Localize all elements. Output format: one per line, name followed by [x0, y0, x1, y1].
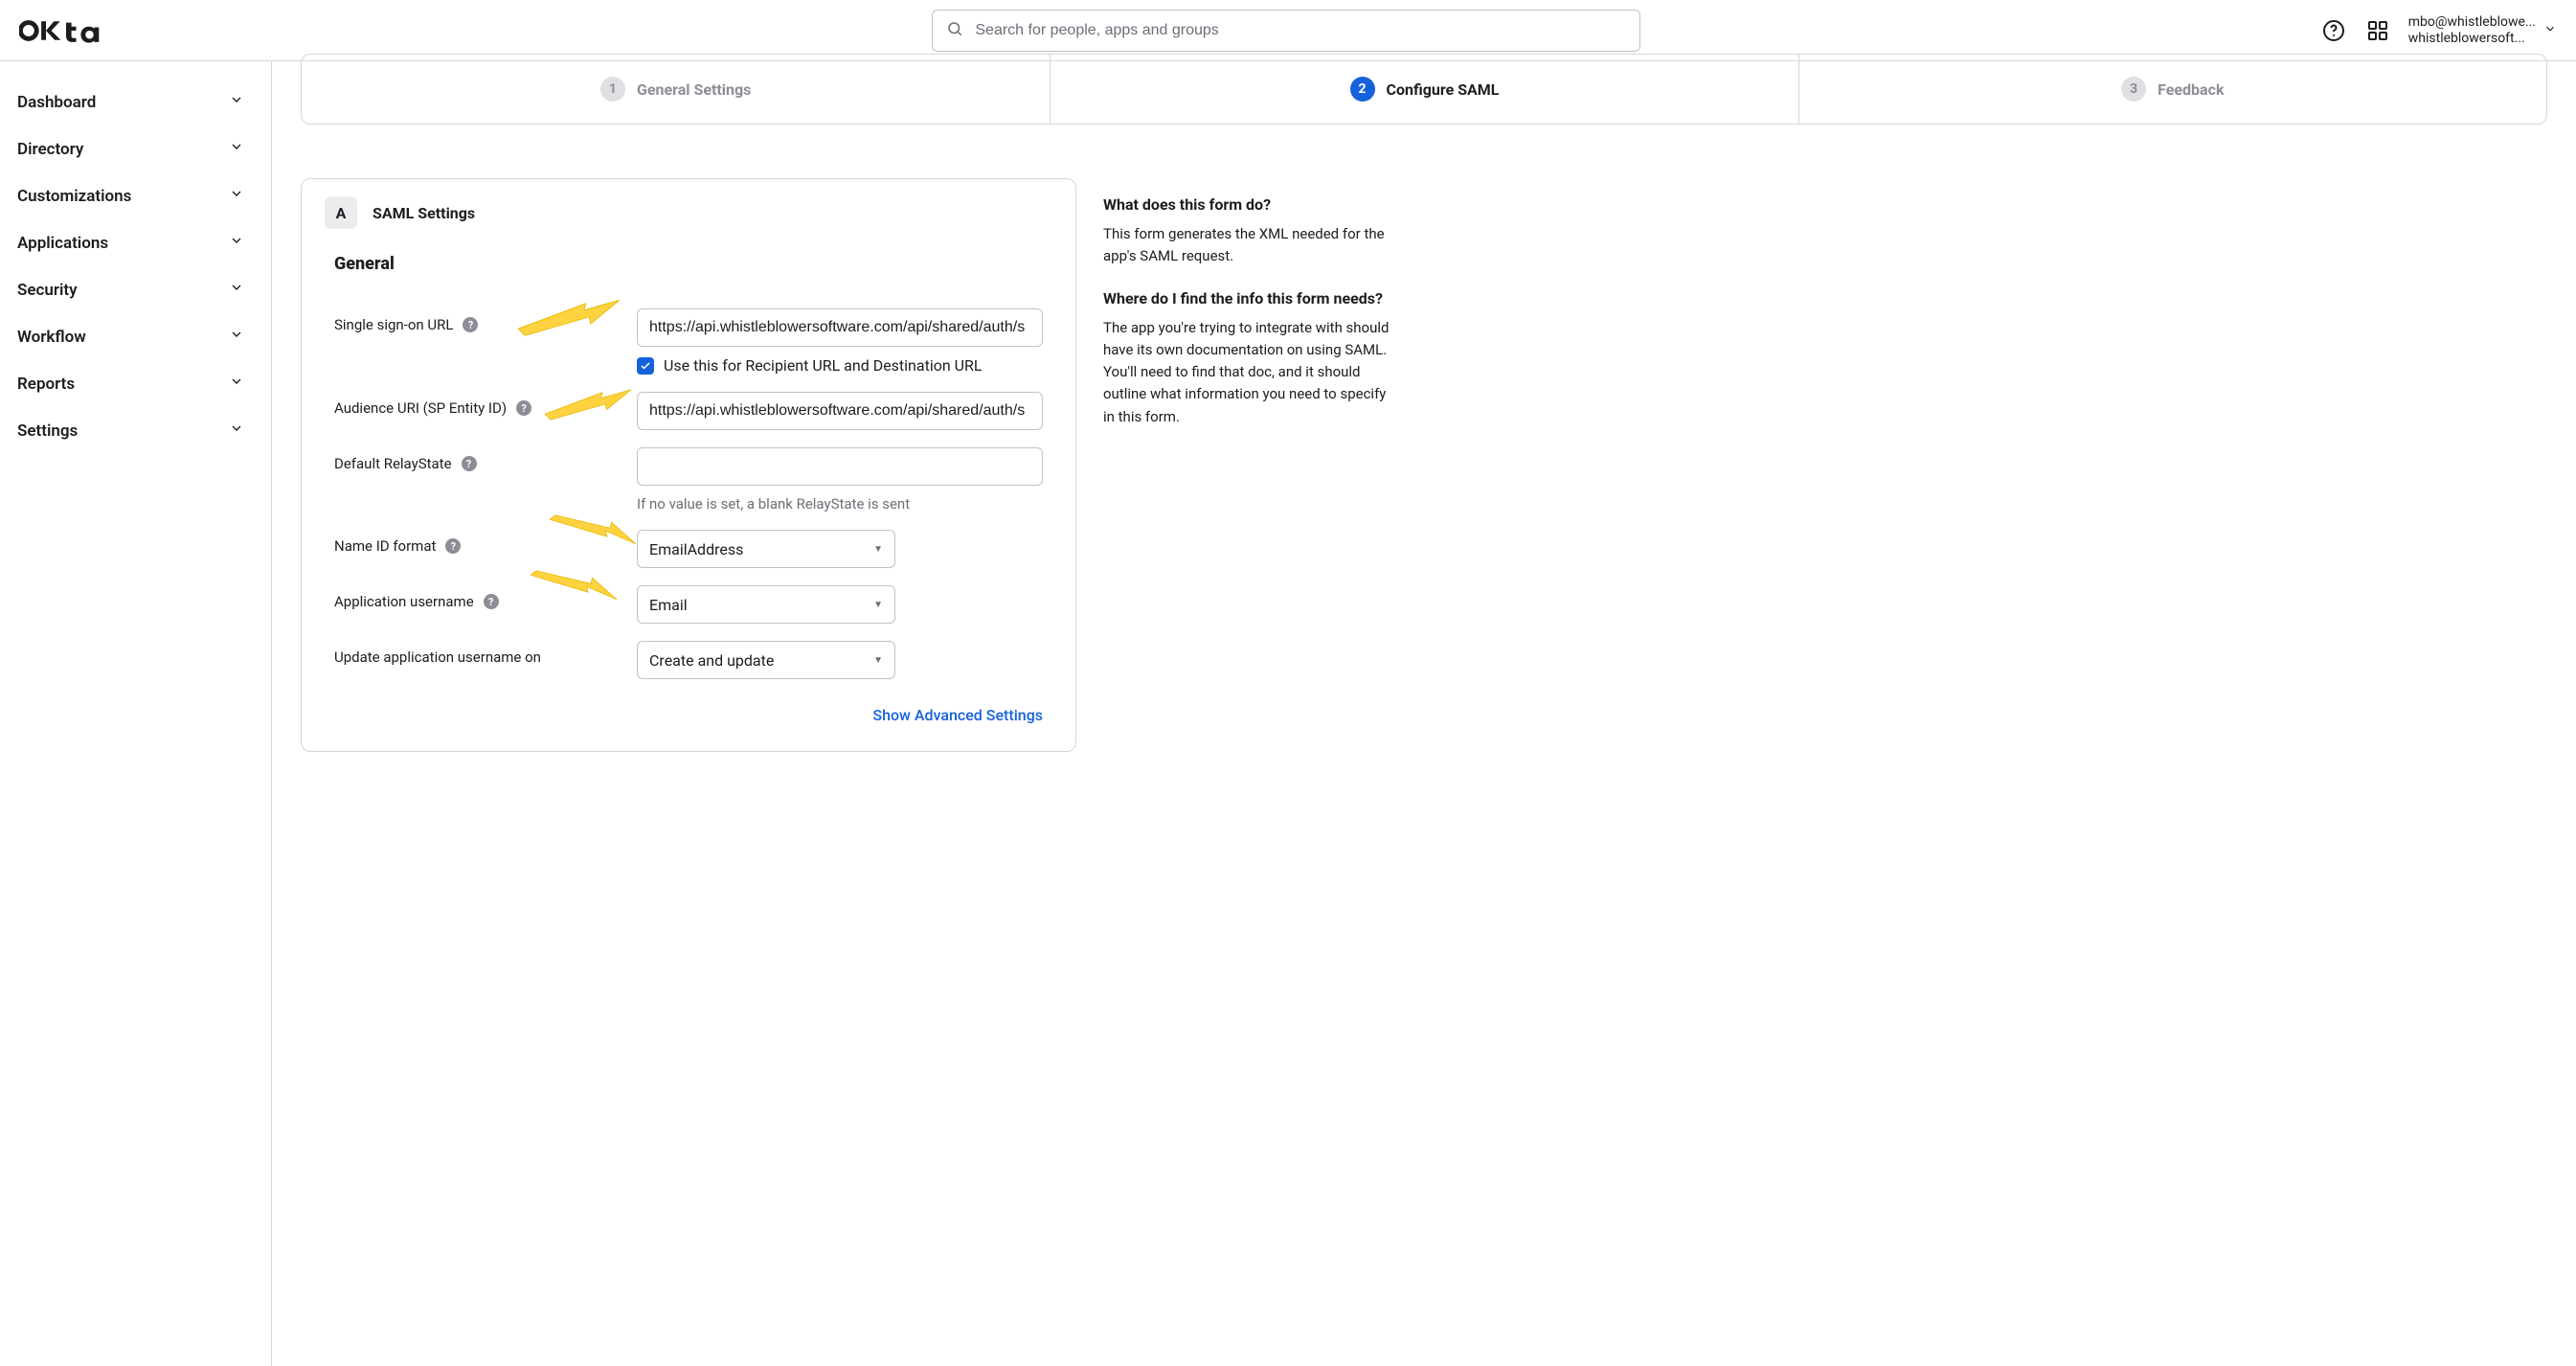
step-label: General Settings — [637, 80, 751, 99]
chevron-down-icon — [2543, 21, 2557, 39]
step-badge: 1 — [600, 77, 625, 102]
sidebar-item-reports[interactable]: Reports — [0, 360, 261, 407]
row-name-id: Name ID format ? EmailAddress ▼ — [325, 512, 1052, 568]
general-heading: General — [334, 254, 1052, 274]
chevron-down-icon — [229, 233, 244, 253]
sidebar-item-label: Applications — [17, 234, 108, 253]
label-app-username: Application username ? — [334, 585, 621, 610]
search-box[interactable] — [932, 10, 1640, 52]
help-icon[interactable] — [2320, 17, 2347, 44]
chevron-down-icon — [229, 374, 244, 394]
update-on-select[interactable]: Create and update ▼ — [637, 641, 895, 679]
step-configure-saml[interactable]: 2 Configure SAML — [1050, 55, 1797, 124]
sidebar-item-label: Reports — [17, 375, 75, 394]
relay-state-hint: If no value is set, a blank RelayState i… — [637, 495, 1043, 512]
step-feedback[interactable]: 3 Feedback — [1798, 55, 2546, 124]
use-for-recipient-checkbox[interactable] — [637, 357, 654, 375]
label-update-on: Update application username on — [334, 641, 621, 666]
sidebar-item-customizations[interactable]: Customizations — [0, 172, 261, 219]
aside-help: What does this form do? This form genera… — [1103, 178, 2547, 449]
row-relay-state: Default RelayState ? If no value is set,… — [325, 430, 1052, 512]
search-wrap — [268, 10, 2305, 52]
select-value: Email — [649, 596, 688, 614]
sso-url-checkbox-row: Use this for Recipient URL and Destinati… — [637, 356, 1043, 375]
sidebar-item-directory[interactable]: Directory — [0, 125, 261, 172]
sidebar-item-label: Security — [17, 281, 78, 300]
help-icon[interactable]: ? — [484, 594, 499, 609]
select-value: Create and update — [649, 651, 774, 670]
aside-q2-body: The app you're trying to integrate with … — [1103, 317, 1390, 428]
saml-settings-panel: A SAML Settings General Single sign-on U… — [301, 178, 1076, 752]
account-menu[interactable]: mbo@whistleblowe... whistleblowersoft... — [2408, 14, 2557, 45]
help-icon[interactable]: ? — [463, 317, 478, 332]
sidebar-item-label: Dashboard — [17, 93, 96, 112]
section-title: SAML Settings — [373, 204, 475, 222]
search-icon — [946, 20, 963, 41]
app-username-select[interactable]: Email ▼ — [637, 585, 895, 624]
sidebar-item-dashboard[interactable]: Dashboard — [0, 79, 261, 125]
step-label: Configure SAML — [1387, 80, 1500, 99]
select-value: EmailAddress — [649, 540, 743, 558]
topbar: mbo@whistleblowe... whistleblowersoft... — [0, 0, 2576, 61]
label-relay-state: Default RelayState ? — [334, 447, 621, 472]
search-input[interactable] — [973, 21, 1626, 40]
chevron-down-icon — [229, 139, 244, 159]
chevron-down-icon — [229, 92, 244, 112]
row-audience-uri: Audience URI (SP Entity ID) ? — [325, 375, 1052, 430]
sidebar-item-label: Customizations — [17, 187, 131, 206]
sidebar-item-label: Settings — [17, 421, 78, 441]
chevron-down-icon — [229, 421, 244, 441]
sso-url-input[interactable] — [637, 308, 1043, 347]
step-general-settings[interactable]: 1 General Settings — [302, 55, 1050, 124]
sidebar-item-security[interactable]: Security — [0, 266, 261, 313]
row-update-on: Update application username on Create an… — [325, 624, 1052, 679]
advanced-settings-link-wrap: Show Advanced Settings — [325, 706, 1043, 724]
aside-q2-title: Where do I find the info this form needs… — [1103, 289, 2547, 307]
main: 1 General Settings 2 Configure SAML 3 Fe… — [272, 61, 2576, 1366]
sidebar-item-workflow[interactable]: Workflow — [0, 313, 261, 360]
okta-logo-icon — [19, 17, 100, 44]
row-sso-url: Single sign-on URL ? Use this for Recipi… — [325, 291, 1052, 375]
step-label: Feedback — [2158, 80, 2224, 99]
audience-uri-input[interactable] — [637, 392, 1043, 430]
chevron-down-icon — [229, 327, 244, 347]
caret-down-icon: ▼ — [873, 600, 883, 610]
section-letter: A — [325, 196, 357, 229]
advanced-settings-link[interactable]: Show Advanced Settings — [872, 706, 1043, 724]
help-icon[interactable]: ? — [516, 400, 531, 416]
aside-q1-body: This form generates the XML needed for t… — [1103, 223, 1390, 268]
logo — [19, 17, 268, 44]
step-badge: 3 — [2121, 77, 2146, 102]
account-line2: whistleblowersoft... — [2408, 31, 2536, 46]
aside-q1-title: What does this form do? — [1103, 195, 2547, 214]
checkbox-label: Use this for Recipient URL and Destinati… — [664, 356, 983, 375]
help-icon[interactable]: ? — [462, 456, 477, 471]
sidebar-item-label: Directory — [17, 140, 83, 159]
sidebar-item-applications[interactable]: Applications — [0, 219, 261, 266]
name-id-select[interactable]: EmailAddress ▼ — [637, 530, 895, 568]
chevron-down-icon — [229, 280, 244, 300]
relay-state-input[interactable] — [637, 447, 1043, 486]
label-sso-url: Single sign-on URL ? — [334, 308, 621, 333]
row-app-username: Application username ? Email ▼ — [325, 568, 1052, 624]
section-head: A SAML Settings — [325, 196, 1052, 229]
help-icon[interactable]: ? — [445, 538, 461, 554]
caret-down-icon: ▼ — [873, 544, 883, 555]
topbar-right: mbo@whistleblowe... whistleblowersoft... — [2320, 14, 2557, 45]
label-audience-uri: Audience URI (SP Entity ID) ? — [334, 392, 621, 417]
sidebar: Dashboard Directory Customizations Appli… — [0, 61, 272, 1366]
step-badge: 2 — [1350, 77, 1375, 102]
sidebar-item-label: Workflow — [17, 328, 86, 347]
stepper: 1 General Settings 2 Configure SAML 3 Fe… — [301, 54, 2547, 125]
account-line1: mbo@whistleblowe... — [2408, 14, 2536, 30]
chevron-down-icon — [229, 186, 244, 206]
apps-grid-icon[interactable] — [2364, 17, 2391, 44]
sidebar-item-settings[interactable]: Settings — [0, 407, 261, 454]
label-name-id: Name ID format ? — [334, 530, 621, 555]
caret-down-icon: ▼ — [873, 655, 883, 666]
